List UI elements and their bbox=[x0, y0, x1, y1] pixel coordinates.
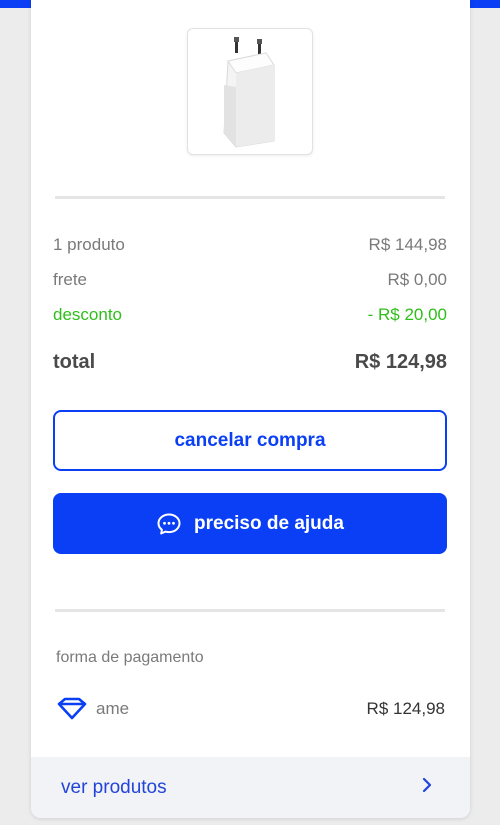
discount-row: desconto - R$ 20,00 bbox=[53, 305, 447, 325]
discount-label: desconto bbox=[53, 305, 122, 324]
view-products-label: ver produtos bbox=[61, 776, 167, 798]
payment-method-row: ame R$ 124,98 bbox=[56, 696, 445, 722]
help-label: preciso de ajuda bbox=[194, 512, 344, 534]
discount-value: - R$ 20,00 bbox=[367, 305, 447, 324]
cancel-purchase-label: cancelar compra bbox=[174, 429, 326, 451]
items-row: 1 produto R$ 144,98 bbox=[53, 235, 447, 255]
product-image[interactable] bbox=[187, 28, 313, 155]
payment-method-value: R$ 124,98 bbox=[366, 699, 445, 718]
help-button[interactable]: preciso de ajuda bbox=[53, 493, 447, 554]
cancel-purchase-button[interactable]: cancelar compra bbox=[53, 410, 447, 471]
total-value: R$ 124,98 bbox=[354, 351, 447, 373]
ame-heart-diamond-icon bbox=[56, 696, 88, 722]
total-label: total bbox=[53, 351, 96, 373]
payment-section-label: forma de pagamento bbox=[56, 649, 204, 666]
order-detail-card: 1 produto R$ 144,98 frete R$ 0,00 descon… bbox=[31, 0, 470, 818]
payment-method: ame bbox=[56, 696, 129, 722]
shipping-row: frete R$ 0,00 bbox=[53, 270, 447, 290]
view-products-link[interactable]: ver produtos bbox=[31, 757, 470, 818]
shipping-value: R$ 0,00 bbox=[387, 270, 447, 289]
shipping-label: frete bbox=[53, 270, 88, 289]
chevron-right-icon bbox=[420, 776, 434, 800]
items-value: R$ 144,98 bbox=[368, 235, 447, 254]
total-row: total R$ 124,98 bbox=[53, 351, 447, 374]
items-label: 1 produto bbox=[53, 235, 125, 254]
payment-method-name: ame bbox=[96, 699, 130, 718]
charger-illustration bbox=[223, 37, 275, 148]
section-divider bbox=[55, 196, 445, 199]
section-divider bbox=[55, 609, 445, 612]
chat-bubble-icon bbox=[156, 512, 182, 536]
